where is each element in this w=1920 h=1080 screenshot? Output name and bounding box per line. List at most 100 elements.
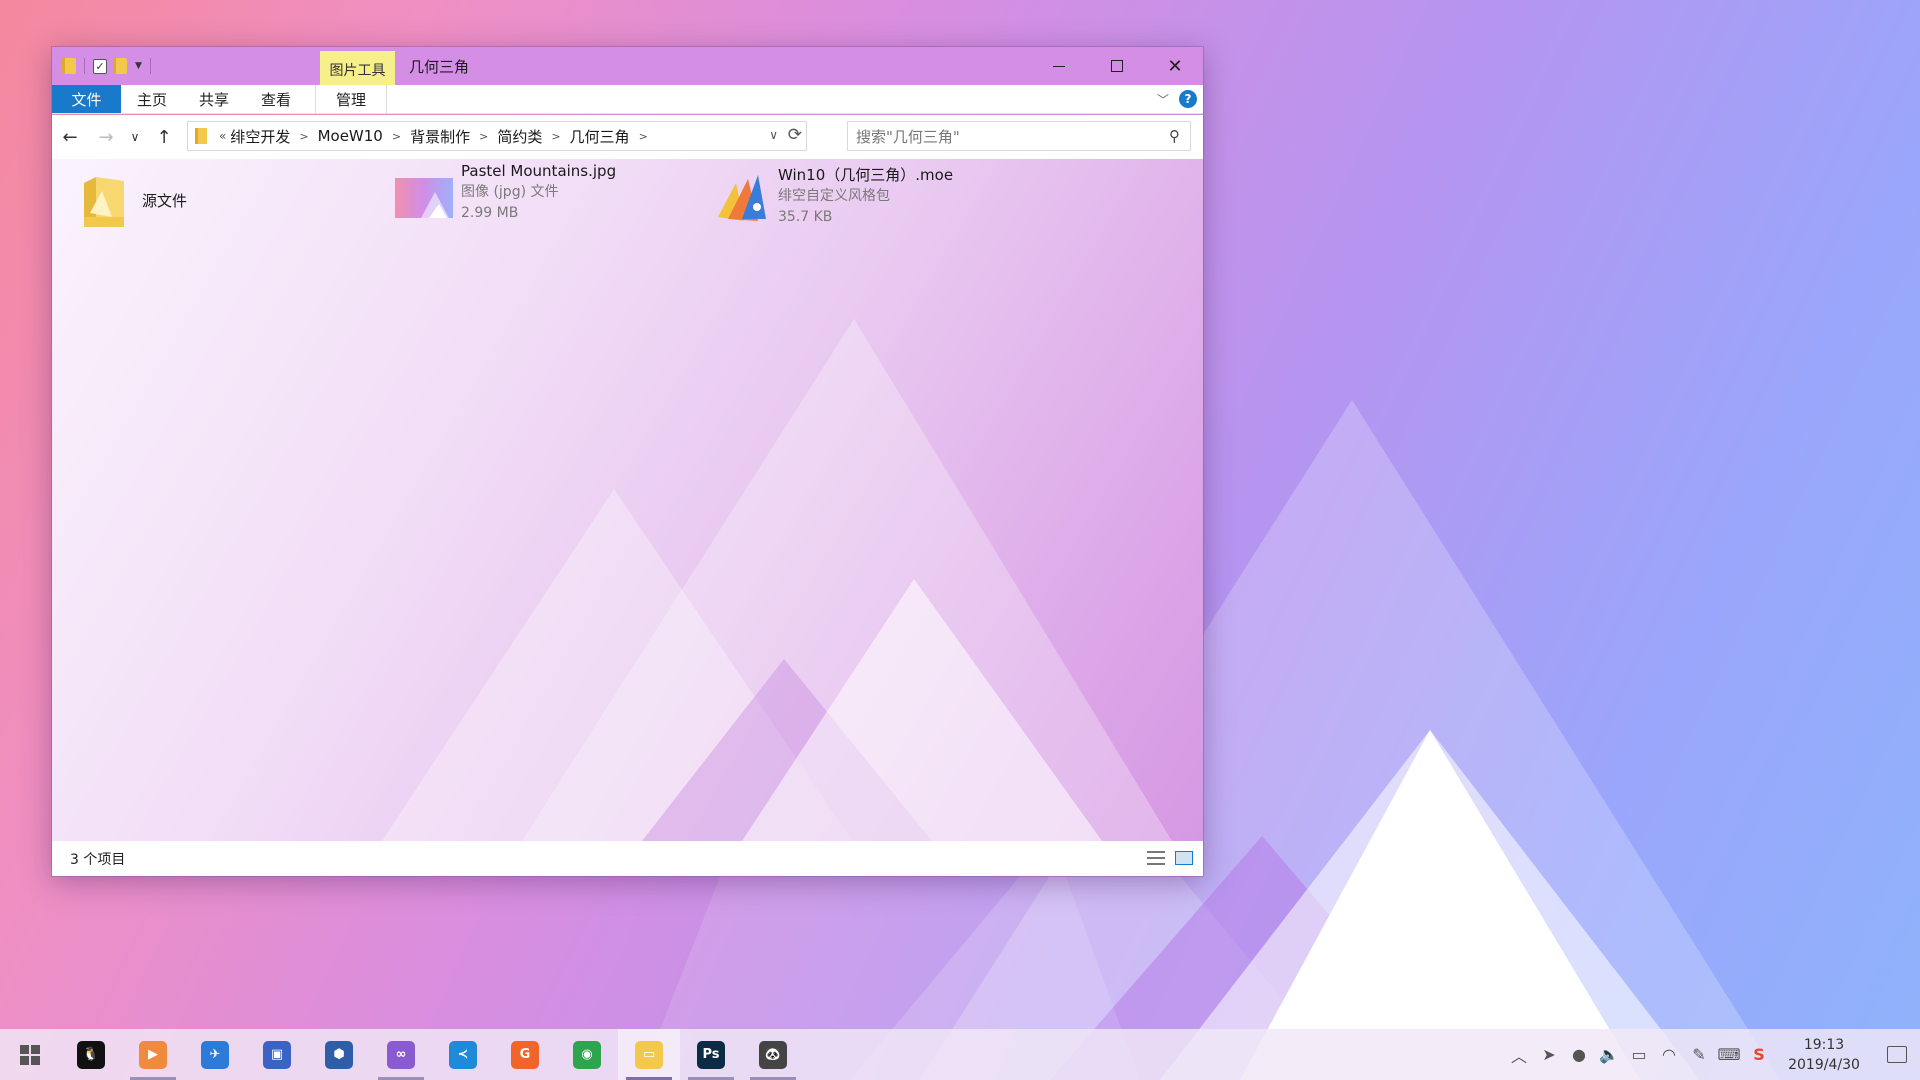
chevron-right-icon[interactable]: > bbox=[639, 130, 648, 143]
title-bar[interactable]: ✓ ▼ 图片工具 几何三角 ✕ bbox=[52, 47, 1203, 85]
image-thumbnail-icon bbox=[395, 177, 453, 218]
bird-app-icon: ✈ bbox=[201, 1040, 229, 1069]
expand-ribbon-icon[interactable]: ﹀ bbox=[1157, 91, 1169, 108]
action-center-button[interactable] bbox=[1874, 1046, 1920, 1063]
minimize-icon bbox=[1053, 65, 1065, 67]
taskbar-app-button[interactable]: ∞ bbox=[370, 1029, 432, 1080]
chevron-up-icon[interactable]: ︿ bbox=[1504, 1043, 1534, 1067]
breadcrumb-item[interactable]: 几何三角 bbox=[570, 126, 630, 147]
taskbar-app-button[interactable]: ▭ bbox=[618, 1029, 680, 1080]
window-title: 几何三角 bbox=[409, 58, 470, 76]
list-item[interactable]: Pastel Mountains.jpg 图像 (jpg) 文件 2.99 MB bbox=[395, 162, 616, 224]
navigation-bar: ← → ∨ ↑ « 绯空开发 > MoeW10 > 背景制作 > 简约类 > 几… bbox=[52, 115, 1203, 159]
file-list-pane[interactable]: 源文件 Pastel Mountains.jpg 图像 (jpg) 文件 2.9… bbox=[52, 159, 1203, 841]
tab-share[interactable]: 共享 bbox=[183, 85, 245, 113]
chevron-right-icon[interactable]: > bbox=[299, 130, 308, 143]
list-item[interactable]: 源文件 bbox=[82, 173, 187, 229]
chevron-right-icon[interactable]: > bbox=[479, 130, 488, 143]
search-placeholder: 搜索"几何三角" bbox=[856, 127, 960, 146]
arrow-right-icon: → bbox=[98, 126, 114, 148]
taskbar-app-button[interactable]: ◉ bbox=[556, 1029, 618, 1080]
toolbar-separator bbox=[84, 58, 85, 74]
list-item[interactable]: Win10（几何三角）.moe 绯空自定义风格包 35.7 KB bbox=[714, 166, 953, 228]
item-name: Win10（几何三角）.moe bbox=[778, 166, 954, 184]
photoshop-icon: Ps bbox=[697, 1040, 725, 1069]
taskbar-app-button[interactable]: ✈ bbox=[184, 1029, 246, 1080]
media-player-icon: ▶ bbox=[139, 1040, 167, 1069]
chevron-right-icon[interactable]: > bbox=[551, 130, 560, 143]
maximize-button[interactable] bbox=[1088, 47, 1146, 85]
arrow-left-icon: ← bbox=[62, 126, 78, 148]
sogou-icon[interactable]: S bbox=[1744, 1043, 1774, 1067]
details-view-icon[interactable] bbox=[1147, 851, 1165, 865]
start-button[interactable] bbox=[0, 1029, 60, 1080]
taskbar-app-button[interactable]: ▣ bbox=[246, 1029, 308, 1080]
properties-icon[interactable]: ✓ bbox=[93, 58, 107, 74]
toolbar-separator bbox=[149, 58, 151, 74]
tab-file[interactable]: 文件 bbox=[52, 85, 121, 113]
item-type: 绯空自定义风格包 bbox=[778, 188, 890, 204]
taskbar-apps: 🐧 ▶ ✈ ▣ ⬢ ∞ ≺ G ◉ ▭ Ps 🐼 bbox=[60, 1029, 804, 1080]
visual-studio-icon: ∞ bbox=[387, 1040, 415, 1069]
item-size: 35.7 KB bbox=[778, 209, 833, 225]
context-tab-picture-tools: 图片工具 bbox=[320, 51, 395, 85]
tab-manage[interactable]: 管理 bbox=[315, 85, 388, 113]
taskbar-app-button[interactable]: Ps bbox=[680, 1029, 742, 1080]
taskbar: 🐧 ▶ ✈ ▣ ⬢ ∞ ≺ G ◉ ▭ Ps 🐼 ︿ ➤ ● 🔈 ▭ ◠ ✎ ⌨ S 19:13 2019/4/30 bbox=[0, 1029, 1920, 1080]
wifi-icon[interactable]: ◠ bbox=[1654, 1043, 1684, 1067]
tray-icons: ︿ ➤ ● 🔈 ▭ ◠ ✎ ⌨ S bbox=[1504, 1043, 1774, 1067]
help-icon[interactable]: ? bbox=[1179, 90, 1197, 108]
tab-view[interactable]: 查看 bbox=[245, 85, 307, 113]
remote-desktop-icon: ▣ bbox=[263, 1040, 291, 1069]
folder-icon bbox=[62, 58, 76, 74]
taskbar-app-button[interactable]: 🐧 bbox=[60, 1029, 122, 1080]
taskbar-app-button[interactable]: 🐼 bbox=[742, 1029, 804, 1080]
taskbar-app-button[interactable]: ⬢ bbox=[308, 1029, 370, 1080]
taskbar-app-button[interactable]: ≺ bbox=[432, 1029, 494, 1080]
refresh-icon[interactable]: ⟳ bbox=[788, 125, 802, 145]
volume-icon[interactable]: 🔈 bbox=[1594, 1043, 1624, 1067]
grammarly-icon: G bbox=[511, 1040, 539, 1069]
windows-logo-icon bbox=[20, 1044, 40, 1065]
address-dropdown-icon[interactable]: ∨ bbox=[769, 128, 778, 142]
breadcrumb-item[interactable]: 背景制作 bbox=[410, 126, 470, 147]
moe-package-icon bbox=[718, 174, 766, 221]
maximize-icon bbox=[1111, 60, 1123, 72]
chevron-right-icon[interactable]: > bbox=[392, 130, 401, 143]
keyboard-icon[interactable]: ⌨ bbox=[1714, 1043, 1744, 1067]
item-type: 图像 (jpg) 文件 bbox=[461, 184, 559, 200]
chrome-icon: ◉ bbox=[573, 1040, 601, 1069]
up-button[interactable]: ↑ bbox=[146, 121, 182, 153]
system-tray: ︿ ➤ ● 🔈 ▭ ◠ ✎ ⌨ S 19:13 2019/4/30 bbox=[1504, 1029, 1920, 1080]
clock-time: 19:13 bbox=[1803, 1036, 1845, 1053]
overflow-marker[interactable]: « bbox=[219, 129, 226, 143]
search-icon[interactable]: ⚲ bbox=[1169, 127, 1180, 145]
send-icon[interactable]: ➤ bbox=[1534, 1043, 1564, 1067]
taskbar-app-button[interactable]: G bbox=[494, 1029, 556, 1080]
back-button[interactable]: ← bbox=[52, 121, 88, 153]
clock[interactable]: 19:13 2019/4/30 bbox=[1780, 1035, 1868, 1075]
folder-background-image bbox=[382, 319, 1172, 841]
address-bar[interactable]: « 绯空开发 > MoeW10 > 背景制作 > 简约类 > 几何三角 > ∨ … bbox=[187, 121, 807, 151]
breadcrumb-item[interactable]: 绯空开发 bbox=[230, 126, 290, 147]
customize-dropdown-icon[interactable]: ▼ bbox=[135, 61, 142, 71]
breadcrumb-item[interactable]: MoeW10 bbox=[318, 127, 383, 145]
qq-tray-icon[interactable]: ● bbox=[1564, 1043, 1594, 1067]
recent-locations-button[interactable]: ∨ bbox=[124, 121, 146, 153]
minimize-button[interactable] bbox=[1030, 47, 1088, 85]
large-icons-view-icon[interactable] bbox=[1175, 851, 1193, 865]
panda-app-icon: 🐼 bbox=[759, 1040, 787, 1069]
pen-icon[interactable]: ✎ bbox=[1684, 1043, 1714, 1067]
search-input[interactable]: 搜索"几何三角" ⚲ bbox=[847, 121, 1191, 151]
close-button[interactable]: ✕ bbox=[1146, 47, 1203, 85]
taskbar-app-button[interactable]: ▶ bbox=[122, 1029, 184, 1080]
tab-home[interactable]: 主页 bbox=[121, 85, 183, 113]
item-name: 源文件 bbox=[142, 191, 188, 210]
new-folder-icon[interactable] bbox=[113, 58, 127, 74]
folder-icon bbox=[195, 128, 207, 144]
qq-icon: 🐧 bbox=[77, 1040, 105, 1069]
item-name: Pastel Mountains.jpg bbox=[461, 162, 617, 180]
forward-button[interactable]: → bbox=[88, 121, 124, 153]
breadcrumb-item[interactable]: 简约类 bbox=[497, 126, 542, 147]
battery-icon[interactable]: ▭ bbox=[1624, 1043, 1654, 1067]
